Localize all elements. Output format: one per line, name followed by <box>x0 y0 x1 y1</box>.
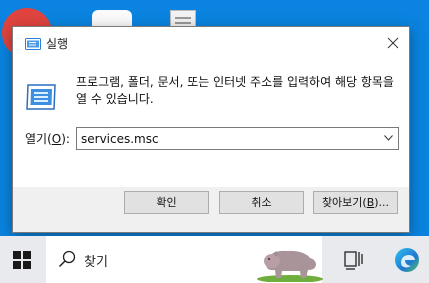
search-icon <box>58 250 76 268</box>
open-combobox[interactable] <box>76 127 399 150</box>
open-input[interactable] <box>81 130 371 147</box>
start-button[interactable] <box>0 236 46 283</box>
dialog-content: 프로그램, 폴더, 문서, 또는 인터넷 주소를 입력하여 해당 항목을 열 수… <box>13 59 409 187</box>
search-placeholder: 찾기 <box>84 255 108 270</box>
ok-button[interactable]: 확인 <box>124 191 209 214</box>
run-large-icon <box>25 83 57 111</box>
browse-button[interactable]: 찾아보기(B)... <box>313 191 398 214</box>
taskbar: 찾기 <box>0 236 429 283</box>
dialog-description: 프로그램, 폴더, 문서, 또는 인터넷 주소를 입력하여 해당 항목을 열 수… <box>76 75 394 106</box>
chevron-down-icon[interactable] <box>384 135 393 141</box>
dialog-title: 실행 <box>46 37 69 51</box>
run-icon <box>25 36 41 50</box>
search-highlight-hippo-icon[interactable] <box>252 240 324 282</box>
open-label: 열기(O): <box>25 132 70 146</box>
task-view-icon[interactable] <box>344 250 364 270</box>
close-icon <box>387 37 399 49</box>
close-button[interactable] <box>377 27 409 59</box>
cancel-button[interactable]: 취소 <box>219 191 304 214</box>
dialog-titlebar[interactable]: 실행 <box>13 27 409 59</box>
edge-icon[interactable] <box>393 246 421 274</box>
windows-logo-icon <box>13 251 31 269</box>
run-dialog: 실행 프로그램, 폴더, 문서, 또는 인터넷 주소를 입력하여 해당 항목을 … <box>12 26 410 233</box>
